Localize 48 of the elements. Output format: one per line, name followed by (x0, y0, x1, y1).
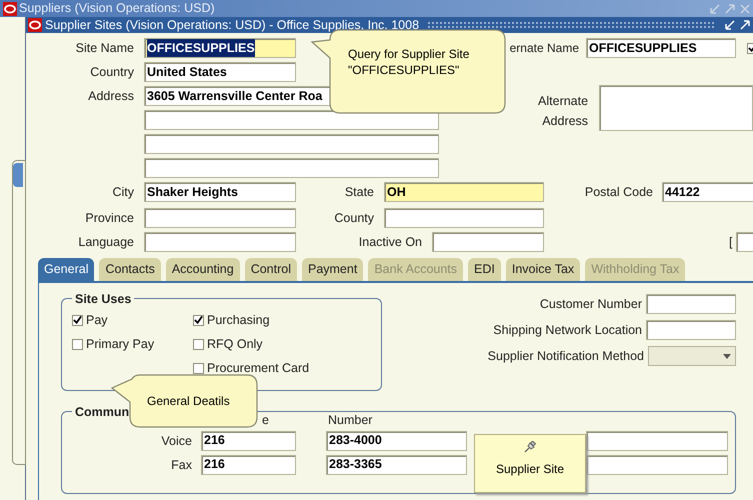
checkbox-label: RFQ Only (207, 336, 263, 353)
field-label: ernate Name (510, 41, 579, 55)
field-label: Postal Code (584, 185, 653, 199)
field-label: Customer Number (540, 296, 642, 313)
note-text: Supplier Site (496, 461, 564, 478)
input-field[interactable]: Shaker Heights (144, 182, 296, 202)
field-label: Address (88, 89, 134, 103)
field-label: Alternate Address (538, 93, 588, 130)
tab[interactable]: Accounting (166, 258, 240, 281)
input-field[interactable]: OFFICESUPPLIES (144, 38, 296, 58)
field-value: OFFICESUPPLIES (147, 39, 255, 57)
window-title: Supplier Sites (Vision Operations: USD) - Office Supplies, Inc. 1008 (45, 17, 420, 34)
field-label: Shipping Network Location (493, 322, 642, 339)
tab[interactable]: Contacts (99, 258, 161, 281)
checkbox-label: Purchasing (207, 312, 270, 329)
checkbox-label: Procurement Card (207, 360, 310, 377)
column-header: Number (328, 412, 372, 430)
input-field[interactable]: 216 (201, 430, 296, 450)
input-field[interactable]: OFFICESUPPLIES (586, 38, 736, 58)
field-label: County (334, 211, 374, 225)
input-field[interactable]: 44122 (662, 182, 753, 202)
field-label: Language (78, 235, 134, 249)
field-label: Inactive On (358, 235, 422, 249)
checkbox-label: Pay (86, 312, 108, 329)
input-field[interactable]: 216 (201, 454, 296, 474)
callout-text: General Deatils (147, 393, 230, 410)
tab[interactable]: EDI (468, 258, 501, 281)
field-label: State (344, 185, 374, 199)
window-title: Suppliers (Vision Operations: USD) (19, 0, 216, 18)
tab[interactable]: General (38, 258, 94, 281)
field-label: Fax (171, 458, 192, 472)
field-label: Supplier Notification Method (488, 348, 644, 365)
field-label: Province (85, 211, 134, 225)
checkbox-label: Primary Pay (86, 336, 154, 353)
input-field[interactable]: 283-3365 (326, 454, 467, 474)
callout-text: Query for Supplier Site "OFFICESUPPLIES" (348, 46, 470, 78)
field-label: City (112, 185, 134, 199)
tab[interactable]: Invoice Tax (506, 258, 580, 281)
input-field[interactable]: 283-4000 (326, 430, 467, 450)
field-label: Site Name (76, 41, 134, 55)
input-field[interactable]: United States (144, 62, 296, 82)
input-field[interactable]: OH (384, 182, 544, 202)
tab[interactable]: Control (244, 258, 297, 281)
column-header: e (262, 412, 270, 430)
bracket-text: [ (729, 234, 732, 251)
tab[interactable]: Payment (302, 258, 364, 281)
field-label: Voice (161, 434, 192, 448)
field-label: Country (90, 65, 134, 79)
